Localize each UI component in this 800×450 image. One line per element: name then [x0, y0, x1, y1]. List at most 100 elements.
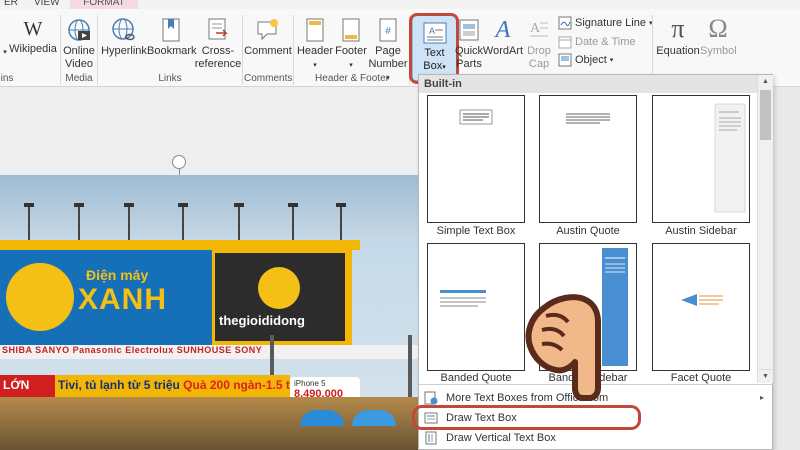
- banded-quote-label: Banded Quote: [440, 372, 512, 384]
- bookmark-icon: [162, 18, 180, 42]
- simple-text-box-preview: [459, 109, 493, 125]
- header-icon: [306, 18, 324, 42]
- group-label-media: Media: [65, 73, 93, 84]
- symbol-button[interactable]: Ω Symbol: [700, 14, 737, 58]
- footer-label: Footer: [335, 45, 367, 57]
- online-video-button[interactable]: Online Video: [61, 17, 97, 71]
- austin-quote-label: Austin Quote: [556, 225, 620, 237]
- wordart-button[interactable]: A WordArt: [482, 17, 524, 58]
- quick-parts-button[interactable]: Quick Parts: [454, 17, 484, 71]
- header-dropdown-icon: ▾: [313, 62, 317, 69]
- scroll-up-arrow-icon[interactable]: ▲: [758, 75, 773, 89]
- quick-parts-icon: [459, 19, 479, 41]
- date-time-button[interactable]: Date & Time: [558, 35, 636, 49]
- wordart-label: WordArt: [482, 45, 524, 57]
- group-label-comments: Comments: [244, 73, 293, 84]
- equation-label: Equation: [656, 45, 700, 57]
- separator: [97, 15, 98, 85]
- page-number-label-1: Page: [375, 45, 401, 57]
- wikipedia-button[interactable]: W Wikipedia: [8, 17, 58, 56]
- date-time-icon: [558, 36, 572, 49]
- cross-reference-button[interactable]: Cross- reference: [194, 17, 242, 71]
- signature-line-button[interactable]: Signature Line ▾: [558, 16, 652, 30]
- svg-text:A: A: [530, 21, 541, 36]
- pointing-hand-icon: [525, 294, 601, 401]
- simple-text-box-thumb[interactable]: [427, 95, 525, 223]
- object-label: Object: [575, 54, 607, 66]
- drop-cap-button[interactable]: A Drop Cap: [524, 17, 554, 71]
- tgdd-brand: thegioididong: [219, 313, 305, 328]
- umbrella: [300, 410, 344, 426]
- equation-button[interactable]: π Equation: [655, 15, 701, 58]
- drop-cap-icon: A: [530, 21, 548, 37]
- hyperlink-icon: [112, 18, 135, 41]
- quick-parts-label-2: Parts: [456, 58, 482, 70]
- object-dropdown-icon: ▾: [609, 57, 614, 64]
- draw-vertical-text-box-item[interactable]: Draw Vertical Text Box: [420, 428, 772, 448]
- rotate-handle[interactable]: [172, 155, 186, 169]
- page-number-label-2: Number: [368, 58, 408, 70]
- draw-vertical-text-box-icon: [425, 431, 437, 445]
- promo-text: Tivi, tủ lạnh từ 5 triệu: [58, 378, 180, 392]
- group-label-links: Links: [158, 73, 182, 84]
- signature-line-icon: [558, 16, 572, 30]
- dmx-brand-main: XANH: [78, 283, 168, 316]
- promo-red-label: LỚN: [0, 375, 55, 397]
- austin-quote-thumb[interactable]: [539, 95, 637, 223]
- hyperlink-label: Hyperlink: [101, 45, 147, 57]
- cross-reference-label-1: Cross-: [201, 45, 235, 57]
- more-submenu-arrow-icon: ▸: [760, 393, 765, 402]
- facet-quote-preview: [681, 294, 723, 306]
- tab-format[interactable]: FORMAT: [70, 0, 138, 9]
- dmx-brand-top: Điện máy: [86, 267, 149, 283]
- drop-cap-label-2: Cap: [528, 58, 550, 70]
- iphone-model: iPhone 5: [294, 379, 326, 388]
- scroll-thumb[interactable]: [760, 90, 771, 140]
- facet-quote-thumb[interactable]: [652, 243, 750, 371]
- tab-partial[interactable]: ER: [4, 0, 18, 8]
- promo-tail: -1.5 triệ: [261, 378, 290, 392]
- header-button[interactable]: Header ▾: [296, 17, 334, 72]
- signature-line-label: Signature Line: [575, 17, 646, 29]
- scroll-down-arrow-icon[interactable]: ▼: [758, 369, 773, 383]
- gallery-heading: Built-in: [419, 75, 757, 93]
- header-label: Header: [296, 45, 334, 57]
- dmx-logo-circle: [6, 263, 74, 331]
- wikipedia-icon: W: [23, 18, 43, 40]
- cross-reference-label-2: reference: [194, 58, 242, 70]
- object-icon: [558, 53, 572, 67]
- umbrella: [352, 410, 396, 426]
- banded-quote-thumb[interactable]: [427, 243, 525, 371]
- gallery-scrollbar[interactable]: ▲ ▼: [757, 75, 773, 383]
- object-button[interactable]: Object ▾: [558, 53, 613, 67]
- simple-text-box-label: Simple Text Box: [436, 225, 516, 237]
- separator: [242, 15, 243, 85]
- cross-reference-icon: [208, 18, 228, 40]
- wordart-icon: A: [495, 17, 511, 43]
- svg-text:#: #: [385, 26, 391, 37]
- store-photo[interactable]: Điện máy XANH thegioididong SHIBA SANYO …: [0, 175, 418, 450]
- footer-dropdown-icon: ▾: [349, 62, 353, 69]
- austin-sidebar-label: Austin Sidebar: [665, 225, 737, 237]
- footer-button[interactable]: Footer ▾: [333, 17, 369, 72]
- group-label-addins: ins: [0, 73, 14, 84]
- photo-sky: [0, 175, 418, 240]
- bookmark-label: Bookmark: [147, 45, 197, 57]
- bookmark-button[interactable]: Bookmark: [147, 17, 197, 58]
- hyperlink-button[interactable]: Hyperlink: [100, 17, 148, 58]
- tab-view[interactable]: VIEW: [34, 0, 60, 8]
- drop-cap-label-1: Drop: [527, 45, 551, 57]
- online-video-label-1: Online: [63, 45, 95, 57]
- austin-quote-preview: [566, 113, 610, 124]
- draw-vertical-text-box-label: Draw Vertical Text Box: [446, 432, 556, 444]
- pi-icon: π: [671, 14, 685, 43]
- date-time-label: Date & Time: [575, 36, 636, 48]
- omega-icon: Ω: [708, 14, 728, 43]
- online-video-icon: [68, 19, 90, 41]
- symbol-label: Symbol: [700, 45, 737, 57]
- comment-button[interactable]: Comment: [244, 17, 292, 58]
- wikipedia-label: Wikipedia: [9, 43, 57, 55]
- comment-label: Comment: [244, 45, 292, 57]
- ribbon-tab-strip: ER VIEW FORMAT: [0, 0, 800, 9]
- austin-sidebar-thumb[interactable]: [652, 95, 750, 223]
